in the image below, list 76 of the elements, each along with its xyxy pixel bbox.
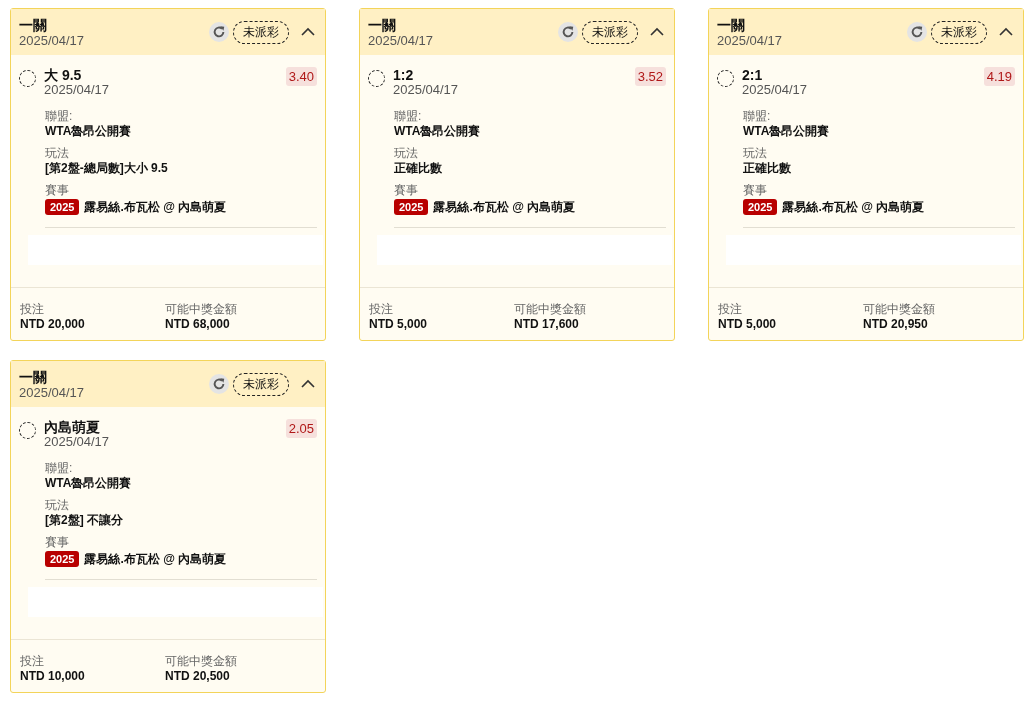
- stake-amount: NTD 5,000: [369, 316, 429, 332]
- play-type: [第2盤] 不讓分: [45, 512, 124, 528]
- refresh-button[interactable]: [209, 22, 229, 42]
- field-label: 聯盟:: [45, 109, 74, 123]
- league-name: WTA魯昂公開賽: [45, 475, 133, 491]
- pick-date: 2025/04/17: [742, 83, 809, 97]
- year-badge: 2025: [45, 199, 80, 215]
- match-name: 露易絲.布瓦松 @ 內島萌夏: [84, 199, 227, 215]
- payout-label: 可能中獎金額: [165, 654, 238, 668]
- field-label: 聯盟:: [394, 109, 423, 123]
- stake-label: 投注: [369, 302, 394, 316]
- payout-label: 可能中獎金額: [863, 302, 936, 316]
- bet-type: 一關: [717, 16, 746, 33]
- refresh-icon: [561, 25, 575, 39]
- year-badge: 2025: [743, 199, 778, 215]
- payout-amount: NTD 68,000: [165, 316, 231, 332]
- stake-amount: NTD 10,000: [20, 668, 86, 684]
- refresh-button[interactable]: [558, 22, 578, 42]
- refresh-icon: [910, 25, 924, 39]
- bet-type: 一關: [19, 368, 48, 385]
- payout-amount: NTD 20,950: [863, 316, 929, 332]
- refresh-button[interactable]: [907, 22, 927, 42]
- stake-label: 投注: [20, 654, 45, 668]
- field-label: 賽事: [394, 183, 419, 197]
- bet-date: 2025/04/17: [19, 384, 86, 400]
- chevron-up-icon: [301, 379, 315, 389]
- year-badge: 2025: [45, 551, 80, 567]
- year-badge: 2025: [394, 199, 429, 215]
- field-label: 聯盟:: [743, 109, 772, 123]
- refresh-button[interactable]: [209, 374, 229, 394]
- play-type: 正確比數: [743, 160, 792, 176]
- match-name: 露易絲.布瓦松 @ 內島萌夏: [84, 551, 227, 567]
- field-label: 賽事: [743, 183, 768, 197]
- match-name: 露易絲.布瓦松 @ 內島萌夏: [782, 199, 925, 215]
- match-name: 露易絲.布瓦松 @ 內島萌夏: [433, 199, 576, 215]
- field-label: 玩法: [743, 146, 768, 160]
- bet-date: 2025/04/17: [19, 32, 86, 48]
- field-label: 賽事: [45, 183, 70, 197]
- chevron-up-icon: [650, 27, 664, 37]
- pick-name: 大 9.5: [44, 67, 83, 83]
- pick-date: 2025/04/17: [44, 435, 111, 449]
- bet-type: 一關: [368, 16, 397, 33]
- stake-label: 投注: [718, 302, 743, 316]
- league-name: WTA魯昂公開賽: [394, 123, 482, 139]
- play-type: 正確比數: [394, 160, 443, 176]
- payout-label: 可能中獎金額: [514, 302, 587, 316]
- play-type: [第2盤-總局數]大小 9.5: [45, 160, 169, 176]
- pick-name: 1:2: [393, 67, 415, 83]
- odds-badge: 2.05: [285, 419, 317, 438]
- refresh-icon: [212, 25, 226, 39]
- league-name: WTA魯昂公開賽: [743, 123, 831, 139]
- field-label: 賽事: [45, 535, 70, 549]
- payout-label: 可能中獎金額: [165, 302, 238, 316]
- odds-badge: 3.40: [285, 67, 317, 86]
- stake-amount: NTD 5,000: [718, 316, 778, 332]
- payout-amount: NTD 17,600: [514, 316, 580, 332]
- bet-type: 一關: [19, 16, 48, 33]
- stake-amount: NTD 20,000: [20, 316, 86, 332]
- chevron-up-icon: [301, 27, 315, 37]
- pick-date: 2025/04/17: [393, 83, 460, 97]
- odds-badge: 3.52: [634, 67, 666, 86]
- field-label: 玩法: [394, 146, 419, 160]
- bet-date: 2025/04/17: [368, 32, 435, 48]
- odds-badge: 4.19: [983, 67, 1015, 86]
- payout-amount: NTD 20,500: [165, 668, 231, 684]
- field-label: 玩法: [45, 146, 70, 160]
- bet-date: 2025/04/17: [717, 32, 784, 48]
- field-label: 聯盟:: [45, 461, 74, 475]
- league-name: WTA魯昂公開賽: [45, 123, 133, 139]
- pick-name: 2:1: [742, 67, 764, 83]
- stake-label: 投注: [20, 302, 45, 316]
- pick-name: 內島萌夏: [44, 419, 101, 435]
- field-label: 玩法: [45, 498, 70, 512]
- chevron-up-icon: [999, 27, 1013, 37]
- refresh-icon: [212, 377, 226, 391]
- pick-date: 2025/04/17: [44, 83, 111, 97]
